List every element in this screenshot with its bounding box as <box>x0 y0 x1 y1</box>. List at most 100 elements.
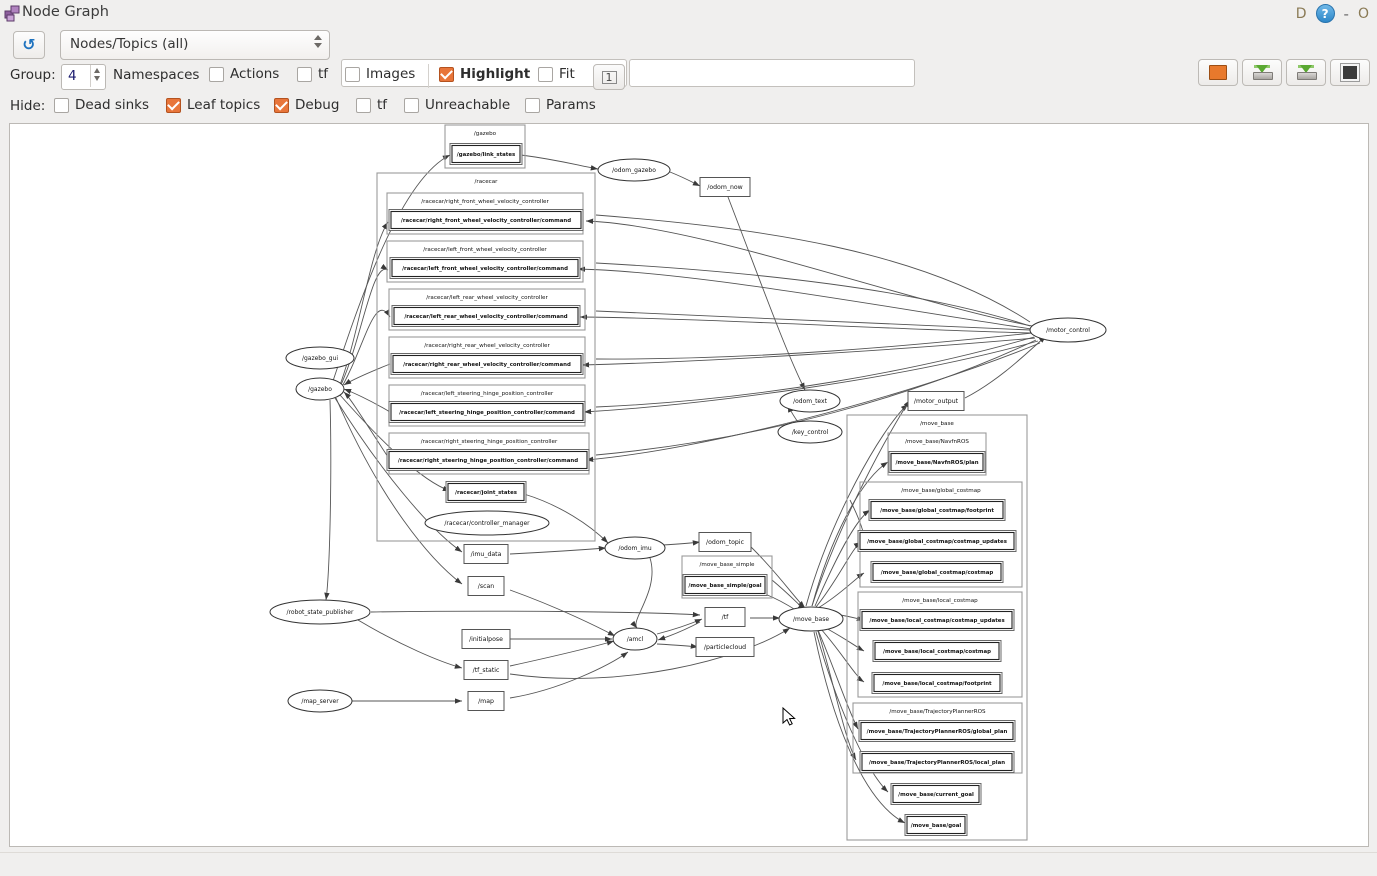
topic-t_navplan[interactable]: /move_base/NavfnROS/plan <box>888 451 986 473</box>
topic-t_pcloud[interactable]: /particlecloud <box>695 637 755 657</box>
topic-t_gfoot[interactable]: /move_base/global_costmap/footprint <box>868 499 1006 521</box>
checkbox-leaf-topics[interactable]: Leaf topics <box>166 97 260 113</box>
window-title: Node Graph <box>22 4 109 20</box>
checkbox-leaf-topics-box[interactable] <box>166 97 181 113</box>
checkbox-params[interactable]: Params <box>525 97 596 113</box>
topic-t_curgoal[interactable]: /move_base/current_goal <box>890 783 982 805</box>
svg-text:/gazebo_gui: /gazebo_gui <box>302 355 338 362</box>
topic-t_rshc[interactable]: /racecar/right_steering_hinge_position_c… <box>386 449 590 471</box>
chevron-updown-icon <box>314 35 322 48</box>
svg-text:/key_control: /key_control <box>792 429 829 436</box>
topic-t_odomnow[interactable]: /odom_now <box>699 177 751 197</box>
topic-t_lfwc[interactable]: /racecar/left_front_wheel_velocity_contr… <box>389 257 581 279</box>
graph-edge <box>339 263 389 388</box>
checkbox-actions[interactable]: Actions <box>209 66 279 82</box>
checkbox-tf-top-box[interactable] <box>297 66 312 82</box>
topic-t_lupd[interactable]: /move_base/local_costmap/costmap_updates <box>859 609 1015 631</box>
checkbox-fit-box[interactable] <box>538 66 553 82</box>
node-n_rsp[interactable]: /robot_state_publisher <box>269 599 371 625</box>
checkbox-unreachable[interactable]: Unreachable <box>404 97 510 113</box>
checkbox-debug-box[interactable] <box>274 97 289 113</box>
svg-text:/racecar/right_front_wheel_vel: /racecar/right_front_wheel_velocity_cont… <box>421 199 549 205</box>
topic-t_map[interactable]: /map <box>467 691 505 711</box>
checkbox-highlight-box[interactable] <box>439 66 454 82</box>
topic-t_lshc[interactable]: /racecar/left_steering_hinge_position_co… <box>388 401 586 423</box>
minimize-button[interactable]: - <box>1344 5 1349 23</box>
topic-t_odomtopic[interactable]: /odom_topic <box>698 532 752 552</box>
svg-text:/odom_now: /odom_now <box>707 184 742 191</box>
topic-t_motorout[interactable]: /motor_output <box>907 391 965 411</box>
svg-text:/racecar: /racecar <box>475 179 499 185</box>
toolbar-row-group: Group: 4 Namespaces Actions tf Images Hi… <box>0 64 1377 90</box>
node-n_movebase[interactable]: /move_base <box>778 606 844 632</box>
checkbox-highlight[interactable]: Highlight <box>439 66 530 82</box>
node-n_ctrlmgr[interactable]: /racecar/controller_manager <box>424 510 550 536</box>
topic-t_lcost[interactable]: /move_base/local_costmap/costmap <box>872 640 1002 662</box>
node-n_motorctl[interactable]: /motor_control <box>1029 317 1107 343</box>
checkbox-tf-hide[interactable]: tf <box>356 97 387 113</box>
checkbox-fit[interactable]: Fit <box>538 66 575 82</box>
node-n_mapserver[interactable]: /map_server <box>287 689 353 713</box>
checkbox-dead-sinks[interactable]: Dead sinks <box>54 97 149 113</box>
refresh-button[interactable]: ↺ <box>13 31 45 59</box>
count-button[interactable]: 1 <box>593 64 625 90</box>
graph-edge <box>357 619 463 669</box>
graph-type-select[interactable]: Nodes/Topics (all) <box>60 30 330 60</box>
graph-edge <box>324 399 332 601</box>
ros-node-graph[interactable]: /gazebo/racecar/racecar/right_front_whee… <box>10 124 1368 846</box>
checkbox-images-box[interactable] <box>345 66 360 82</box>
topic-t_lplan[interactable]: /move_base/TrajectoryPlannerROS/local_pl… <box>859 751 1015 773</box>
topic-t_imudata[interactable]: /imu_data <box>463 544 509 564</box>
topic-t_links[interactable]: /gazebo/link_states <box>449 143 523 165</box>
checkbox-images[interactable]: Images <box>345 66 415 82</box>
checkbox-unreachable-box[interactable] <box>404 97 419 113</box>
dock-button[interactable]: D <box>1296 6 1307 22</box>
node-n_gazebo[interactable]: /gazebo <box>295 377 345 401</box>
checkbox-actions-box[interactable] <box>209 66 224 82</box>
spinner-arrows-icon[interactable] <box>94 68 100 81</box>
topic-t_tf[interactable]: /tf <box>704 607 746 627</box>
mouse-cursor <box>782 706 796 726</box>
node-n_keyctl[interactable]: /key_control <box>777 420 843 444</box>
topic-t_gplan[interactable]: /move_base/TrajectoryPlannerROS/global_p… <box>858 720 1016 742</box>
topic-t_gcost[interactable]: /move_base/global_costmap/costmap <box>870 561 1004 583</box>
status-bar <box>0 852 1377 876</box>
checkbox-params-box[interactable] <box>525 97 540 113</box>
node-n_amcl[interactable]: /amcl <box>612 627 658 651</box>
topic-t_tfstatic[interactable]: /tf_static <box>463 660 509 680</box>
group-value: 4 <box>68 68 77 84</box>
topic-t_lfoot[interactable]: /move_base/local_costmap/footprint <box>871 672 1003 694</box>
svg-text:/gazebo: /gazebo <box>474 131 497 137</box>
topic-t_lrwc[interactable]: /racecar/left_rear_wheel_velocity_contro… <box>391 305 581 327</box>
checkbox-debug[interactable]: Debug <box>274 97 339 113</box>
svg-text:/racecar/left_front_wheel_velo: /racecar/left_front_wheel_velocity_contr… <box>423 247 547 253</box>
topic-t_gupd[interactable]: /move_base/global_costmap/costmap_update… <box>857 530 1017 552</box>
checkbox-dead-sinks-box[interactable] <box>54 97 69 113</box>
close-button[interactable]: O <box>1358 6 1369 22</box>
topic-t_mbsgoal[interactable]: /move_base_simple/goal <box>682 574 768 596</box>
node-n_odomimu[interactable]: /odom_imu <box>604 536 666 560</box>
node-n_odomgaz[interactable]: /odom_gazebo <box>597 158 671 182</box>
group-spinbox[interactable]: 4 <box>61 64 106 90</box>
topic-t_joint[interactable]: /racecar/joint_states <box>445 481 527 503</box>
svg-text:/racecar/controller_manager: /racecar/controller_manager <box>444 520 530 527</box>
svg-text:/move_base/TrajectoryPlannerRO: /move_base/TrajectoryPlannerROS <box>889 709 986 715</box>
svg-text:/amcl: /amcl <box>627 636 644 643</box>
checkbox-fit-label: Fit <box>559 66 575 82</box>
topic-t_scan[interactable]: /scan <box>467 576 505 596</box>
topic-t_rfwc[interactable]: /racecar/right_front_wheel_velocity_cont… <box>388 209 584 231</box>
svg-text:/move_base/NavfnROS/plan: /move_base/NavfnROS/plan <box>895 460 978 466</box>
checkbox-tf-hide-box[interactable] <box>356 97 371 113</box>
graph-edge <box>520 154 599 171</box>
svg-text:/racecar/left_steering_hinge_p: /racecar/left_steering_hinge_position_co… <box>421 391 554 397</box>
svg-text:/motor_output: /motor_output <box>914 398 959 405</box>
toolbar-divider <box>428 64 429 88</box>
graph-canvas[interactable]: /gazebo/racecar/racecar/right_front_whee… <box>9 123 1369 847</box>
node-n_odomtext[interactable]: /odom_text <box>779 389 841 413</box>
node-n_gazebogui[interactable]: /gazebo_gui <box>285 346 355 370</box>
topic-t_goal[interactable]: /move_base/goal <box>904 814 968 836</box>
help-icon[interactable]: ? <box>1315 4 1335 23</box>
topic-t_initial[interactable]: /initialpose <box>461 629 511 649</box>
topic-t_rrwc[interactable]: /racecar/right_rear_wheel_velocity_contr… <box>390 353 584 375</box>
checkbox-tf-top[interactable]: tf <box>297 66 328 82</box>
